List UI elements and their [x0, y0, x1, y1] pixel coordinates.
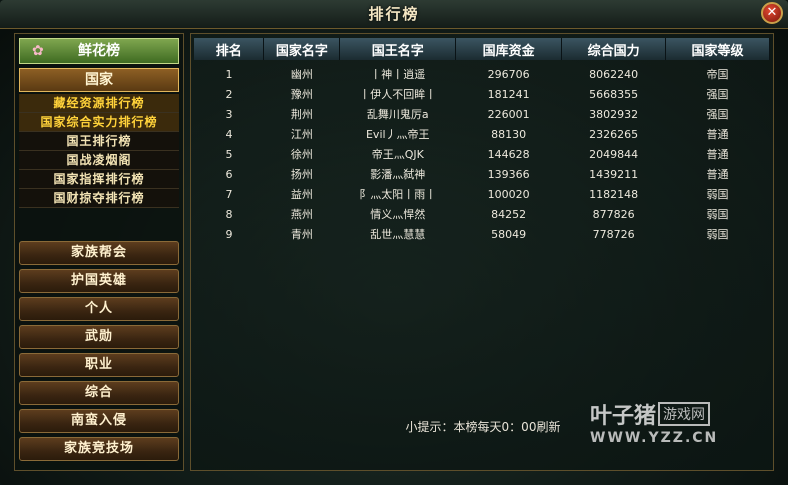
cell-level: 弱国 [706, 188, 729, 201]
table-row[interactable]: 8 燕州 情义灬悍然 84252 877826 弱国 [194, 204, 770, 224]
ranking-window: 排行榜 ✕ ✿ 鲜花榜 国家 藏经资源排行榜 国家综合实力排行榜 国王排行榜 国… [0, 0, 788, 485]
cell-king: 情义灬悍然 [370, 208, 426, 221]
table-row[interactable]: 7 益州 阝灬太阳丨雨丨 100020 1182148 弱国 [194, 184, 770, 204]
cell-country: 荆州 [290, 108, 313, 121]
cell-country: 豫州 [290, 88, 313, 101]
submenu-item-war-hall[interactable]: 国战凌烟阁 [19, 151, 179, 170]
watermark-brand: 叶子猪 [590, 404, 657, 429]
cell-country: 江州 [290, 128, 313, 141]
cell-treasury: 58049 [491, 227, 527, 241]
table-row[interactable]: 3 荆州 乱舞川鬼厉a 226001 3802932 强国 [194, 104, 770, 124]
column-header-rank[interactable]: 排名 [194, 38, 265, 60]
cell-king: 帝王灬QJK [371, 148, 424, 161]
table-row[interactable]: 5 徐州 帝王灬QJK 144628 2049844 普通 [194, 144, 770, 164]
cell-power: 1182148 [589, 187, 639, 201]
cell-country: 幽州 [290, 68, 313, 81]
cell-level: 强国 [706, 108, 729, 121]
cell-power: 877826 [592, 207, 635, 221]
overall-button[interactable]: 综合 [19, 381, 179, 405]
national-hero-button[interactable]: 护国英雄 [19, 269, 179, 293]
table-header-row: 排名 国家名字 国王名字 国库资金 综合国力 国家等级 [194, 38, 770, 60]
watermark-logo: 叶子猪 游戏网 WWW.YZZ.CN [590, 398, 718, 446]
cell-level: 弱国 [706, 228, 729, 241]
cell-country: 益州 [290, 188, 313, 201]
column-header-king[interactable]: 国王名字 [339, 38, 457, 60]
cell-treasury: 181241 [487, 87, 530, 101]
submenu-item-resource-ranking[interactable]: 藏经资源排行榜 [19, 94, 179, 113]
family-arena-button[interactable]: 家族竞技场 [19, 437, 179, 461]
table-row[interactable]: 4 江州 Evil丿灬帝王 88130 2326265 普通 [194, 124, 770, 144]
cell-king: 乱舞川鬼厉a [366, 108, 429, 121]
cell-power: 8062240 [589, 67, 639, 81]
cell-level: 普通 [706, 148, 729, 161]
cell-power: 2326265 [589, 127, 639, 141]
cell-rank: 3 [225, 107, 233, 121]
tab-flower-ranking[interactable]: ✿ 鲜花榜 [19, 38, 179, 64]
cell-treasury: 139366 [487, 167, 530, 181]
table-row[interactable]: 6 扬州 影潘灬弑神 139366 1439211 普通 [194, 164, 770, 184]
cell-rank: 7 [225, 187, 233, 201]
ranking-table: 排名 国家名字 国王名字 国库资金 综合国力 国家等级 1 幽州 丨神丨逍遥 2… [194, 38, 770, 244]
profession-button[interactable]: 职业 [19, 353, 179, 377]
cell-country: 青州 [290, 228, 313, 241]
column-header-country[interactable]: 国家名字 [263, 38, 341, 60]
cell-power: 2049844 [589, 147, 639, 161]
cell-treasury: 88130 [491, 127, 527, 141]
table-row[interactable]: 1 幽州 丨神丨逍遥 296706 8062240 帝国 [194, 64, 770, 84]
submenu-item-command-ranking[interactable]: 国家指挥排行榜 [19, 170, 179, 189]
cell-country: 燕州 [290, 208, 313, 221]
cell-rank: 8 [225, 207, 233, 221]
cell-king: 阝灬太阳丨雨丨 [359, 188, 437, 201]
cell-country: 徐州 [290, 148, 313, 161]
cell-king: 影潘灬弑神 [370, 168, 426, 181]
country-submenu: 藏经资源排行榜 国家综合实力排行榜 国王排行榜 国战凌烟阁 国家指挥排行榜 国财… [19, 94, 179, 208]
merit-button[interactable]: 武勋 [19, 325, 179, 349]
cell-king: 丨神丨逍遥 [370, 68, 426, 81]
column-header-power[interactable]: 综合国力 [561, 38, 667, 60]
cell-treasury: 296706 [487, 67, 530, 81]
cell-rank: 5 [225, 147, 233, 161]
table-row[interactable]: 2 豫州 丨伊人不回眸丨 181241 5668355 强国 [194, 84, 770, 104]
tab-country[interactable]: 国家 [19, 68, 179, 92]
cell-rank: 4 [225, 127, 233, 141]
category-sidebar: ✿ 鲜花榜 国家 藏经资源排行榜 国家综合实力排行榜 国王排行榜 国战凌烟阁 国… [14, 33, 184, 471]
cell-level: 弱国 [706, 208, 729, 221]
cell-power: 3802932 [589, 107, 639, 121]
cell-level: 帝国 [706, 68, 729, 81]
table-row[interactable]: 9 青州 乱世灬慧慧 58049 778726 弱国 [194, 224, 770, 244]
cell-king: 乱世灬慧慧 [370, 228, 426, 241]
personal-button[interactable]: 个人 [19, 297, 179, 321]
title-bar: 排行榜 ✕ [0, 0, 788, 29]
cell-king: Evil丿灬帝王 [365, 128, 430, 141]
cell-rank: 1 [225, 67, 233, 81]
cell-power: 5668355 [589, 87, 639, 101]
submenu-item-strength-ranking[interactable]: 国家综合实力排行榜 [19, 113, 179, 132]
cell-level: 普通 [706, 168, 729, 181]
cell-treasury: 84252 [491, 207, 527, 221]
column-header-treasury[interactable]: 国库资金 [455, 38, 563, 60]
cell-treasury: 100020 [487, 187, 530, 201]
cell-power: 778726 [592, 227, 635, 241]
cell-power: 1439211 [589, 167, 639, 181]
window-title: 排行榜 [368, 5, 420, 23]
cell-country: 扬州 [290, 168, 313, 181]
cell-treasury: 144628 [487, 147, 530, 161]
cell-king: 丨伊人不回眸丨 [359, 88, 437, 101]
family-guild-button[interactable]: 家族帮会 [19, 241, 179, 265]
tab-flower-label: 鲜花榜 [78, 43, 120, 59]
watermark-game: 游戏网 [658, 402, 711, 426]
flower-icon: ✿ [32, 43, 44, 59]
cell-rank: 2 [225, 87, 233, 101]
barbarian-invasion-button[interactable]: 南蛮入侵 [19, 409, 179, 433]
submenu-item-plunder-ranking[interactable]: 国财掠夺排行榜 [19, 189, 179, 208]
watermark-url: WWW.YZZ.CN [590, 430, 719, 446]
cell-rank: 6 [225, 167, 233, 181]
cell-level: 强国 [706, 88, 729, 101]
close-icon[interactable]: ✕ [761, 2, 783, 24]
cell-level: 普通 [706, 128, 729, 141]
cell-treasury: 226001 [487, 107, 530, 121]
submenu-item-king-ranking[interactable]: 国王排行榜 [19, 132, 179, 151]
cell-rank: 9 [225, 227, 233, 241]
column-header-level[interactable]: 国家等级 [665, 38, 770, 60]
